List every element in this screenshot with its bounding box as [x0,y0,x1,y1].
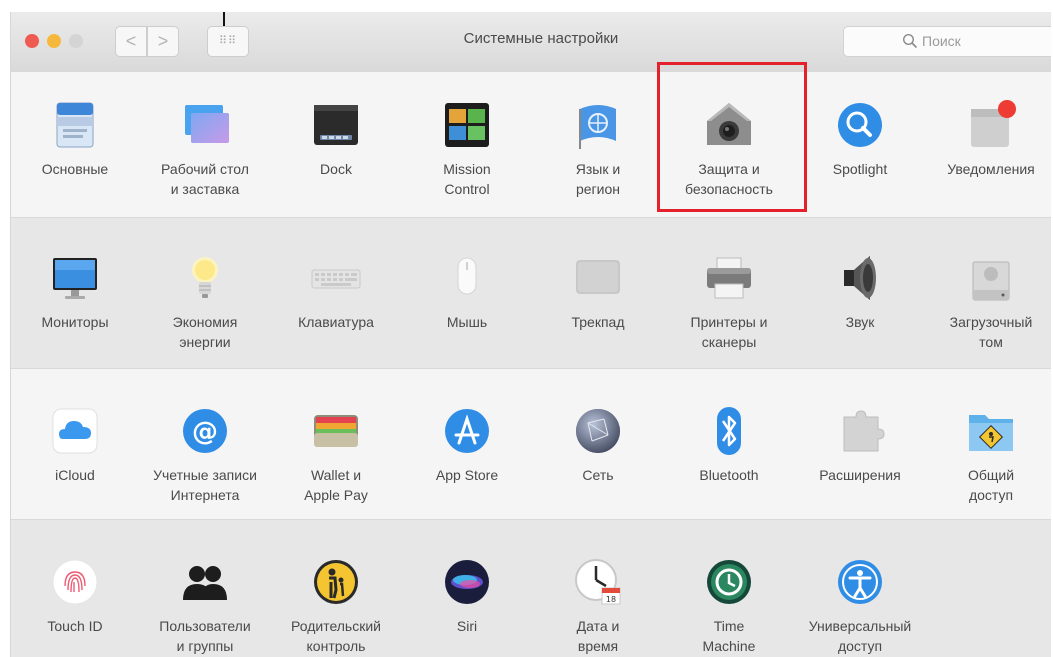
startup-disk-icon [961,248,1021,308]
svg-text:@: @ [192,417,218,447]
pref-label: Общий доступ [967,467,1015,503]
pref-label: Расширения [819,467,901,483]
language-region-icon [568,95,628,155]
sharing-icon [961,401,1021,461]
pref-label: Мышь [446,314,488,330]
pref-label: iCloud [55,467,95,483]
internet-accounts-icon: @ [175,401,235,461]
siri-icon [437,552,497,612]
forward-button[interactable]: > [147,26,179,57]
pref-label: Мониторы [41,314,109,330]
energy-saver-icon [175,248,235,308]
icloud-icon [45,401,105,461]
date-time-icon: 18 [568,552,628,612]
back-button[interactable]: < [115,26,147,57]
fullscreen-button[interactable] [69,34,83,48]
search-field[interactable] [843,26,1051,57]
wallet-icon [306,401,366,461]
pref-label: Сеть [582,467,614,483]
pref-label: Siri [456,618,478,634]
pref-label: Звук [845,314,875,330]
pref-label: Пользователи и группы [159,618,251,654]
pref-label: Универсальный доступ [808,618,912,654]
pref-label: Клавиатура [298,314,374,330]
parental-controls-icon [306,552,366,612]
toolbar: < > ⠿⠿ Системные настройки [11,12,1051,73]
pref-label: Загрузочный том [949,314,1033,350]
network-icon [568,401,628,461]
security-highlight-box [657,62,807,212]
app-store-icon [437,401,497,461]
spotlight-icon [830,95,890,155]
search-icon [902,33,918,49]
pref-label: Time Machine [702,618,756,654]
pref-label: Spotlight [832,161,888,177]
pref-label: Уведомления [947,161,1035,177]
general-icon [45,95,105,155]
show-all-grid-button[interactable]: ⠿⠿ [207,26,249,57]
trackpad-icon [568,248,628,308]
users-groups-icon [175,552,235,612]
desktop-screensaver-icon [175,95,235,155]
pref-label: App Store [435,467,499,483]
notifications-icon [961,95,1021,155]
pref-label: Учетные записи Интернета [153,467,257,503]
accessibility-icon [830,552,890,612]
pref-label: Экономия энергии [172,314,238,350]
minimize-button[interactable] [47,34,61,48]
pref-label: Трекпад [571,314,625,330]
close-button[interactable] [25,34,39,48]
extensions-icon [830,401,890,461]
touch-id-icon [45,552,105,612]
pref-label: Родительский контроль [291,618,381,654]
keyboard-icon [306,248,366,308]
pref-label: Принтеры и сканеры [690,314,768,350]
pref-label: Mission Control [443,161,491,197]
window-title: Системные настройки [463,30,619,47]
pref-label: Touch ID [47,618,103,634]
pref-label: Язык и регион [575,161,621,197]
time-machine-icon [699,552,759,612]
svg-text:18: 18 [606,595,616,604]
pref-label: Рабочий стол и заставка [161,161,249,197]
dock-icon [306,95,366,155]
sound-icon [830,248,890,308]
pref-label: Основные [41,161,109,177]
pref-label: Wallet и Apple Pay [304,467,368,503]
printers-scanners-icon [699,248,759,308]
displays-icon [45,248,105,308]
search-input[interactable] [922,31,1042,51]
text-cursor-marker [223,12,225,26]
pref-label: Дата и время [576,618,620,654]
mouse-icon [437,248,497,308]
mission-control-icon [437,95,497,155]
pref-label: Bluetooth [699,467,759,483]
system-preferences-window: < > ⠿⠿ Системные настройки Основные Рабоч… [10,12,1051,657]
pref-label: Dock [320,161,352,177]
bluetooth-icon [699,401,759,461]
